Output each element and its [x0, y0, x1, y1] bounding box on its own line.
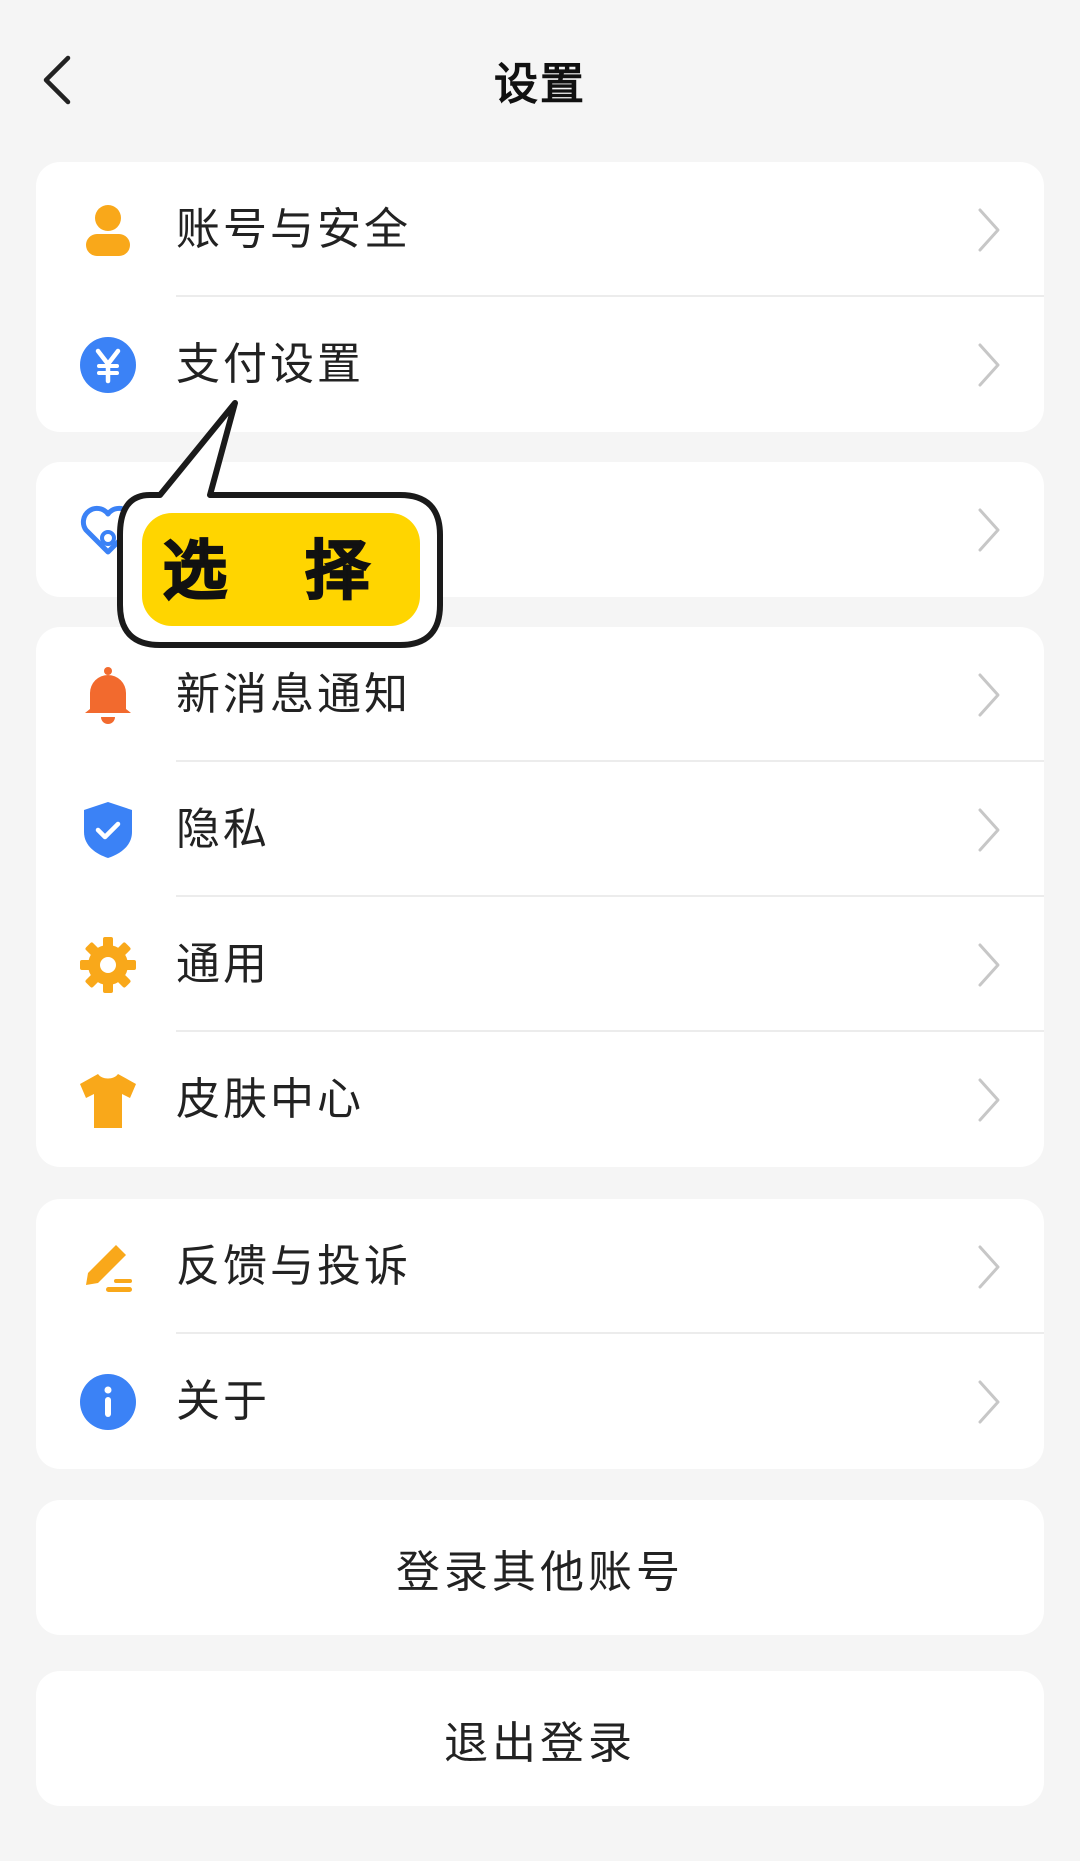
item-label: 新消息通知 — [176, 669, 411, 720]
general-item[interactable]: 通用 — [36, 897, 1044, 1032]
skin-center-item[interactable]: 皮肤中心 — [36, 1032, 1044, 1167]
item-label: 反馈与投诉 — [176, 1241, 411, 1292]
item-label: 账号与安全 — [176, 204, 411, 255]
chevron-right-icon — [974, 1241, 1004, 1293]
chevron-right-icon — [974, 204, 1004, 256]
logout-button[interactable]: 退出登录 — [36, 1671, 1044, 1806]
item-label: 通用 — [176, 939, 270, 990]
item-label: 关于 — [176, 1376, 270, 1427]
settings-group-support: 反馈与投诉 关于 — [36, 1199, 1044, 1469]
item-label: 隐私 — [176, 804, 270, 855]
select-callout: 选 择 — [110, 395, 450, 660]
privacy-item[interactable]: 隐私 — [36, 762, 1044, 897]
page-title: 设置 — [494, 59, 586, 110]
account-security-item[interactable]: 账号与安全 — [36, 162, 1044, 297]
bell-icon — [76, 663, 140, 727]
info-icon — [76, 1370, 140, 1434]
header: 设置 — [0, 0, 1080, 160]
chevron-right-icon — [974, 804, 1004, 856]
callout-text: 选 择 — [162, 534, 398, 610]
chevron-right-icon — [974, 504, 1004, 556]
settings-group-account: 账号与安全 支付设置 — [36, 162, 1044, 432]
user-icon — [76, 198, 140, 262]
chevron-right-icon — [974, 1074, 1004, 1126]
chevron-right-icon — [974, 339, 1004, 391]
chevron-right-icon — [974, 939, 1004, 991]
item-label: 皮肤中心 — [176, 1074, 364, 1125]
about-item[interactable]: 关于 — [36, 1334, 1044, 1469]
item-label: 支付设置 — [176, 339, 364, 390]
chevron-right-icon — [974, 1376, 1004, 1428]
feedback-item[interactable]: 反馈与投诉 — [36, 1199, 1044, 1334]
gear-icon — [76, 933, 140, 997]
tshirt-icon — [76, 1068, 140, 1132]
switch-account-button[interactable]: 登录其他账号 — [36, 1500, 1044, 1635]
yen-icon — [76, 333, 140, 397]
settings-page: 设置 账号与安全 支付设置 新消息通知 隐私 通用 皮肤中心 反馈与投诉 关于 … — [0, 0, 1080, 1861]
shield-check-icon — [76, 798, 140, 862]
edit-pen-icon — [76, 1235, 140, 1299]
settings-group-general: 新消息通知 隐私 通用 皮肤中心 — [36, 627, 1044, 1167]
chevron-right-icon — [974, 669, 1004, 721]
